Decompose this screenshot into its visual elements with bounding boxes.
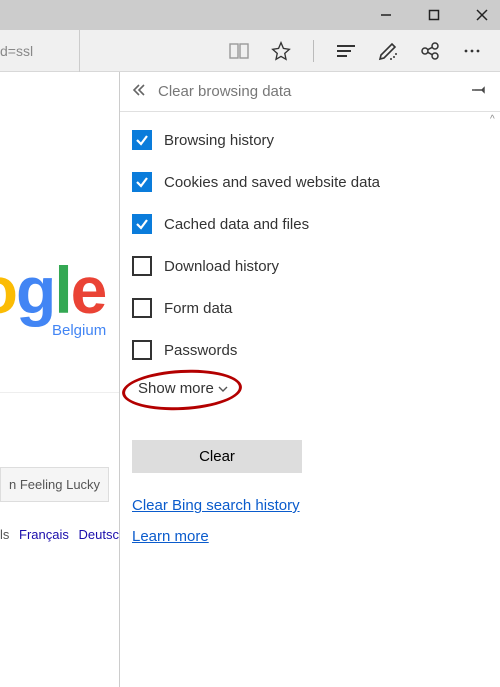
lang-label: ls — [0, 527, 9, 542]
option-row[interactable]: Form data — [132, 298, 488, 318]
close-button[interactable] — [472, 5, 492, 25]
lang-link-de[interactable]: Deutscl — [79, 527, 121, 542]
chevron-down-icon — [218, 385, 228, 393]
checkbox[interactable] — [132, 214, 152, 234]
browser-toolbar: d=ssl — [0, 30, 500, 72]
feeling-lucky-button[interactable]: n Feeling Lucky — [0, 467, 109, 502]
learn-more-link[interactable]: Learn more — [132, 528, 488, 545]
option-label: Download history — [164, 258, 279, 275]
checkbox[interactable] — [132, 130, 152, 150]
checkbox[interactable] — [132, 256, 152, 276]
option-row[interactable]: Passwords — [132, 340, 488, 360]
toolbar-separator — [313, 40, 314, 62]
share-icon[interactable] — [420, 41, 440, 61]
language-links: ls Français Deutscl — [0, 527, 120, 542]
option-row[interactable]: Cookies and saved website data — [132, 172, 488, 192]
checkbox[interactable] — [132, 298, 152, 318]
option-row[interactable]: Download history — [132, 256, 488, 276]
back-chevron-icon[interactable] — [132, 83, 146, 100]
show-more-toggle[interactable]: Show more — [132, 376, 234, 401]
minimize-button[interactable] — [376, 5, 396, 25]
clear-button[interactable]: Clear — [132, 440, 302, 473]
panel-header: Clear browsing data — [120, 72, 500, 112]
lang-link-fr[interactable]: Français — [19, 527, 69, 542]
clear-bing-history-link[interactable]: Clear Bing search history — [132, 497, 488, 514]
maximize-button[interactable] — [424, 5, 444, 25]
webpage-content: Google Belgium n Feeling Lucky ls França… — [0, 72, 120, 687]
hub-icon[interactable] — [336, 41, 356, 61]
checkbox[interactable] — [132, 340, 152, 360]
reading-view-icon[interactable] — [229, 41, 249, 61]
web-note-icon[interactable] — [378, 41, 398, 61]
google-logo: Google — [0, 252, 105, 328]
address-bar-fragment[interactable]: d=ssl — [0, 30, 80, 72]
google-region-label: Belgium — [52, 322, 106, 339]
option-row[interactable]: Cached data and files — [132, 214, 488, 234]
option-label: Cached data and files — [164, 216, 309, 233]
option-row[interactable]: Browsing history — [132, 130, 488, 150]
option-label: Cookies and saved website data — [164, 174, 380, 191]
window-titlebar — [0, 0, 500, 30]
more-icon[interactable] — [462, 41, 482, 61]
divider — [0, 392, 119, 393]
option-label: Browsing history — [164, 132, 274, 149]
favorites-star-icon[interactable] — [271, 41, 291, 61]
pin-icon[interactable] — [472, 82, 488, 101]
option-label: Form data — [164, 300, 232, 317]
option-label: Passwords — [164, 342, 237, 359]
clear-browsing-data-panel: ^ Clear browsing data Browsing historyCo… — [120, 72, 500, 687]
panel-title: Clear browsing data — [158, 83, 291, 100]
show-more-label: Show more — [138, 380, 214, 397]
checkbox[interactable] — [132, 172, 152, 192]
